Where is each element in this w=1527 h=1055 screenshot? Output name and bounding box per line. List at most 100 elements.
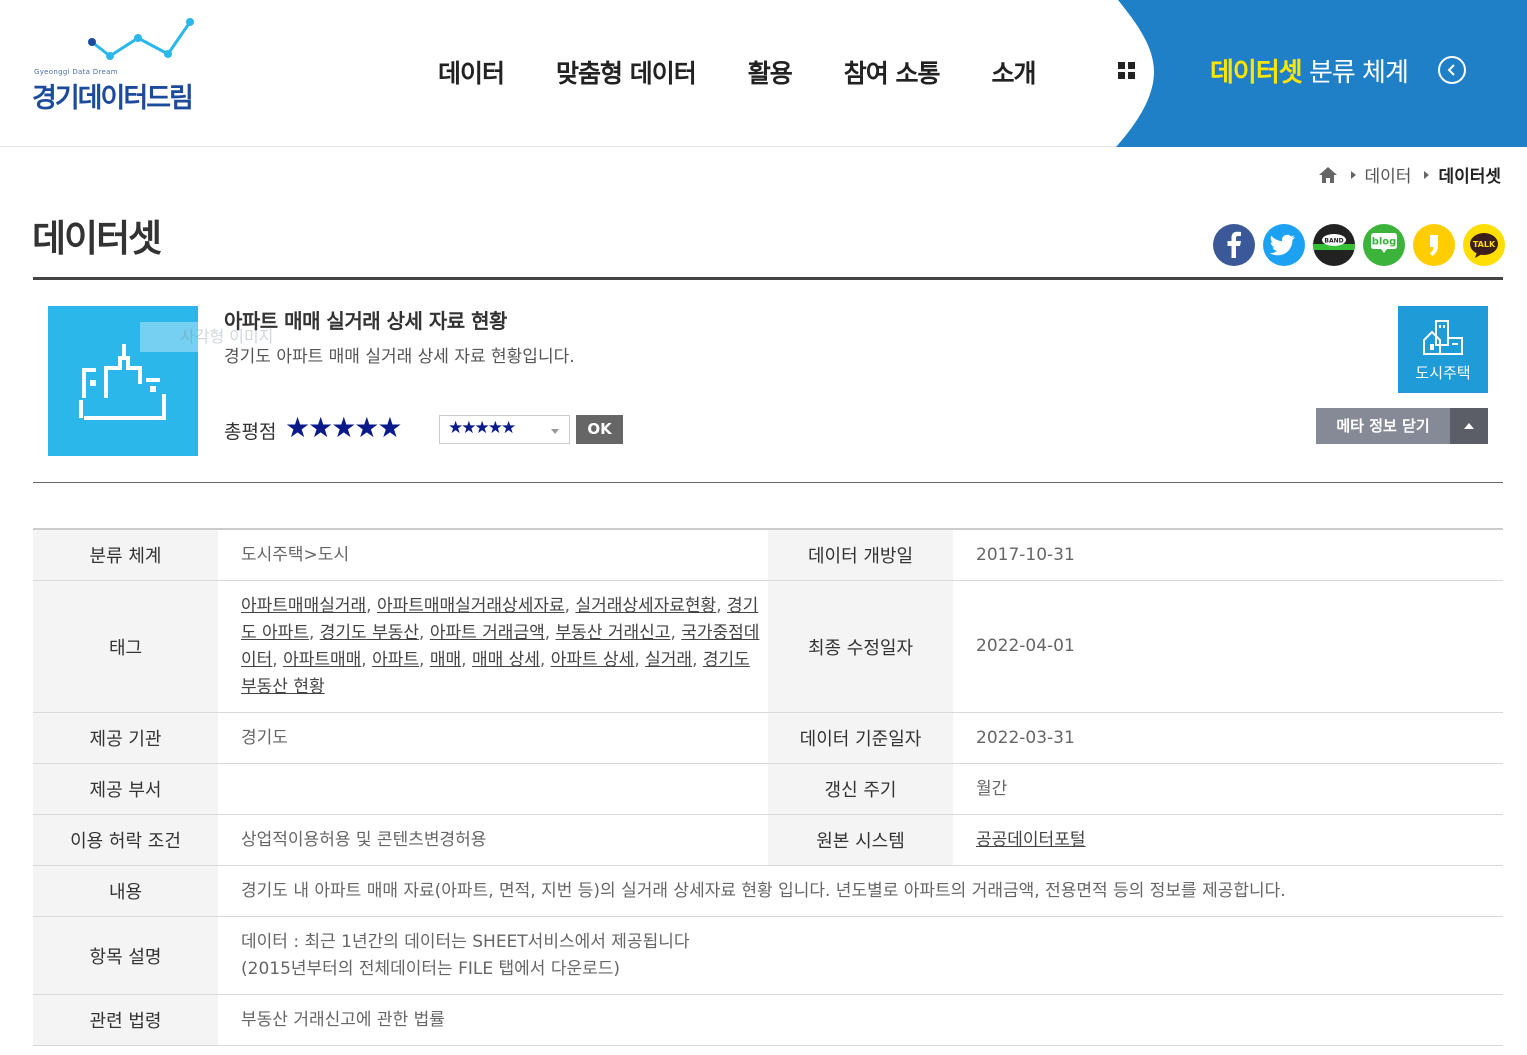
svg-text:blog: blog: [1372, 237, 1397, 248]
table-row: 내용 경기도 내 아파트 매매 자료(아파트, 면적, 지번 등)의 실거래 상…: [33, 866, 1503, 917]
breadcrumb-separator: [1350, 170, 1356, 179]
nav-community[interactable]: 참여 소통: [844, 54, 941, 90]
provider-value: 경기도: [241, 727, 288, 748]
table-row: 제공 부서 갱신 주기 월간: [33, 764, 1503, 815]
category-badge[interactable]: 도시주택: [1398, 306, 1488, 393]
content-header: 내용: [33, 866, 218, 916]
open-date-header: 데이터 개방일: [768, 530, 953, 580]
items-value: 데이터 : 최근 1년간의 데이터는 SHEET서비스에서 제공됩니다 (201…: [218, 917, 1503, 994]
source-header: 원본 시스템: [768, 815, 953, 865]
breadcrumb: 데이터 데이터셋: [1318, 162, 1501, 187]
nav-data[interactable]: 데이터: [438, 54, 505, 90]
taxonomy-panel-link[interactable]: 데이터셋 분류 체계: [1210, 52, 1409, 89]
meta-toggle-label: 메타 정보 닫기: [1336, 417, 1430, 435]
table-row: 분류 체계 도시주택>도시 데이터 개방일 2017-10-31: [33, 530, 1503, 581]
items-line: (2015년부터의 전체데이터는 FILE 탭에서 다운로드): [241, 958, 621, 979]
department-header: 제공 부서: [33, 764, 218, 814]
house-building-icon: [1423, 320, 1463, 355]
provider-header: 제공 기관: [33, 713, 218, 763]
svg-text:BAND: BAND: [1324, 238, 1343, 245]
tag-link[interactable]: 아파트매매: [283, 650, 361, 670]
breadcrumb-separator: [1424, 170, 1430, 179]
tag-link[interactable]: 부동산 거래신고: [556, 623, 671, 643]
items-header: 항목 설명: [33, 917, 218, 994]
classification-header: 분류 체계: [33, 530, 218, 580]
law-header: 관련 법령: [33, 995, 218, 1045]
base-date-value: 2022-03-31: [976, 727, 1075, 748]
rating-select-value: ★★★★★: [448, 418, 516, 438]
department-value: [218, 764, 768, 814]
table-row: 이용 허락 조건 상업적이용허용 및 콘텐츠변경허용 원본 시스템 공공데이터포…: [33, 815, 1503, 866]
license-value: 상업적이용허용 및 콘텐츠변경허용: [241, 829, 487, 850]
share-buttons: BAND blog TALK: [1213, 224, 1513, 266]
law-value: 부동산 거래신고에 관한 법률: [241, 1009, 445, 1030]
rating-stars: ★★★★★: [285, 411, 403, 444]
site-header: Gyeonggi Data Dream 경기데이터드림 데이터 맞춤형 데이터 …: [0, 0, 1527, 147]
tags-value: 아파트매매실거래, 아파트매매실거래상세자료, 실거래상세자료현황, 경기도 아…: [218, 581, 768, 712]
logo-text: 경기데이터드림: [32, 83, 194, 114]
table-row: 항목 설명 데이터 : 최근 1년간의 데이터는 SHEET서비스에서 제공됩니…: [33, 917, 1503, 995]
summary-divider: [33, 482, 1503, 483]
category-badge-label: 도시주택: [1415, 364, 1471, 382]
tag-link[interactable]: 아파트 거래금액: [430, 623, 545, 643]
blog-icon[interactable]: blog: [1363, 224, 1405, 266]
band-icon[interactable]: BAND: [1313, 224, 1355, 266]
nav-custom-data[interactable]: 맞춤형 데이터: [556, 54, 697, 90]
chevron-left-icon[interactable]: [1438, 56, 1466, 84]
taxonomy-label: 분류 체계: [1301, 58, 1409, 88]
table-row: 관련 법령 부동산 거래신고에 관한 법률: [33, 995, 1503, 1046]
nav-usage[interactable]: 활용: [748, 54, 793, 90]
tag-link[interactable]: 아파트매매실거래상세자료: [377, 596, 565, 616]
table-row: 제공 기관 경기도 데이터 기준일자 2022-03-31: [33, 713, 1503, 764]
source-value: 공공데이터포털: [953, 815, 1503, 865]
page-title: 데이터셋: [32, 217, 162, 260]
classification-value: 도시주택>도시: [241, 544, 350, 565]
tag-link[interactable]: 매매 상세: [472, 650, 540, 670]
table-row: 태그 아파트매매실거래, 아파트매매실거래상세자료, 실거래상세자료현황, 경기…: [33, 581, 1503, 713]
logo-graph-icon: [88, 18, 194, 60]
logo-subtitle: Gyeonggi Data Dream: [34, 68, 118, 76]
facebook-icon[interactable]: [1213, 224, 1255, 266]
base-date-header: 데이터 기준일자: [768, 713, 953, 763]
meta-toggle-button[interactable]: 메타 정보 닫기: [1316, 408, 1488, 444]
license-header: 이용 허락 조건: [33, 815, 218, 865]
kakaotalk-icon[interactable]: TALK: [1463, 224, 1505, 266]
tag-list: 아파트매매실거래, 아파트매매실거래상세자료, 실거래상세자료현황, 경기도 아…: [241, 595, 760, 697]
rating-select[interactable]: ★★★★★: [439, 415, 570, 444]
open-date-value: 2017-10-31: [976, 544, 1075, 565]
tags-header: 태그: [33, 581, 218, 712]
city-building-icon: [79, 344, 166, 420]
rating-ok-button[interactable]: OK: [576, 415, 623, 444]
twitter-icon[interactable]: [1263, 224, 1305, 266]
items-line: 데이터 : 최근 1년간의 데이터는 SHEET서비스에서 제공됩니다: [241, 931, 690, 952]
tag-link[interactable]: 아파트매매실거래: [241, 596, 366, 616]
kakaostory-icon[interactable]: [1413, 224, 1455, 266]
svg-text:TALK: TALK: [1473, 240, 1496, 249]
cycle-value: 월간: [976, 778, 1008, 799]
home-icon[interactable]: [1318, 166, 1338, 184]
chevron-up-icon[interactable]: [1450, 408, 1488, 444]
title-divider: [33, 277, 1503, 280]
tag-link[interactable]: 실거래: [645, 650, 692, 670]
cycle-header: 갱신 주기: [768, 764, 953, 814]
meta-table: 분류 체계 도시주택>도시 데이터 개방일 2017-10-31 태그 아파트매…: [33, 528, 1503, 1046]
dataset-title: 아파트 매매 실거래 상세 자료 현황: [224, 309, 507, 333]
tag-link[interactable]: 경기도 부동산: [320, 623, 419, 643]
nav-about[interactable]: 소개: [991, 54, 1036, 90]
site-logo[interactable]: Gyeonggi Data Dream 경기데이터드림: [30, 14, 220, 114]
content-value: 경기도 내 아파트 매매 자료(아파트, 면적, 지번 등)의 실거래 상세자료…: [241, 880, 1286, 901]
tag-link[interactable]: 매매: [430, 650, 461, 670]
tag-link[interactable]: 아파트 상세: [551, 650, 635, 670]
modified-value: 2022-04-01: [976, 636, 1075, 656]
modified-header: 최종 수정일자: [768, 581, 953, 712]
main-nav: 데이터 맞춤형 데이터 활용 참여 소통 소개: [438, 52, 1087, 92]
tag-link[interactable]: 아파트: [372, 650, 419, 670]
taxonomy-highlight: 데이터셋: [1210, 58, 1303, 88]
tag-link[interactable]: 실거래상세자료현황: [575, 596, 716, 616]
chevron-down-icon: [551, 429, 559, 434]
source-system-link[interactable]: 공공데이터포털: [976, 827, 1495, 854]
dataset-description: 경기도 아파트 매매 실거래 상세 자료 현황입니다.: [224, 347, 575, 367]
rating-label: 총평점: [224, 421, 277, 443]
breadcrumb-current: 데이터셋: [1438, 167, 1501, 187]
breadcrumb-data[interactable]: 데이터: [1365, 162, 1412, 187]
